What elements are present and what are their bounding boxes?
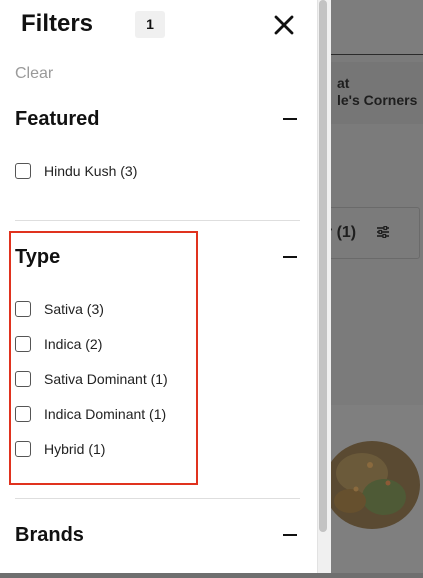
option-label: Indica Dominant (1): [44, 406, 167, 422]
option-label: Sativa (3): [44, 301, 104, 317]
section-title-featured: Featured: [15, 108, 100, 130]
filter-option-sativa-dominant[interactable]: Sativa Dominant (1): [15, 369, 168, 389]
filter-option-indica[interactable]: Indica (2): [15, 334, 102, 354]
collapse-brands-button[interactable]: [283, 528, 297, 542]
filters-drawer: Filters 1 Clear Featured Hindu Kush (3) …: [0, 0, 317, 573]
option-label: Hybrid (1): [44, 441, 106, 457]
filter-option-hybrid[interactable]: Hybrid (1): [15, 439, 105, 459]
store-line-1: at: [337, 75, 350, 91]
drawer-title: Filters: [21, 10, 94, 37]
collapse-featured-button[interactable]: [283, 112, 297, 126]
close-button[interactable]: [272, 13, 296, 37]
filter-option-sativa[interactable]: Sativa (3): [15, 299, 104, 319]
checkbox[interactable]: [15, 441, 31, 457]
sliders-icon: [377, 226, 389, 238]
section-title-brands: Brands: [15, 524, 84, 546]
checkbox[interactable]: [15, 336, 31, 352]
checkbox[interactable]: [15, 371, 31, 387]
section-divider: [15, 498, 300, 499]
filter-option-hindu-kush[interactable]: Hindu Kush (3): [15, 161, 137, 181]
option-label: Sativa Dominant (1): [44, 371, 168, 387]
checkbox[interactable]: [15, 406, 31, 422]
collapse-type-button[interactable]: [283, 250, 297, 264]
clear-filters-link[interactable]: Clear: [15, 65, 53, 83]
checkbox[interactable]: [15, 163, 31, 179]
drawer-scrollbar-thumb[interactable]: [319, 0, 327, 532]
close-icon: [274, 15, 294, 35]
section-title-type: Type: [15, 246, 61, 268]
checkbox[interactable]: [15, 301, 31, 317]
option-label: Hindu Kush (3): [44, 163, 138, 179]
store-line-2: le's Corners: [337, 92, 418, 108]
section-divider: [15, 220, 300, 221]
option-label: Indica (2): [44, 336, 103, 352]
filter-option-indica-dominant[interactable]: Indica Dominant (1): [15, 404, 166, 424]
background-store-text: at le's Corners: [337, 75, 417, 109]
active-filter-count-badge: 1: [135, 11, 165, 38]
